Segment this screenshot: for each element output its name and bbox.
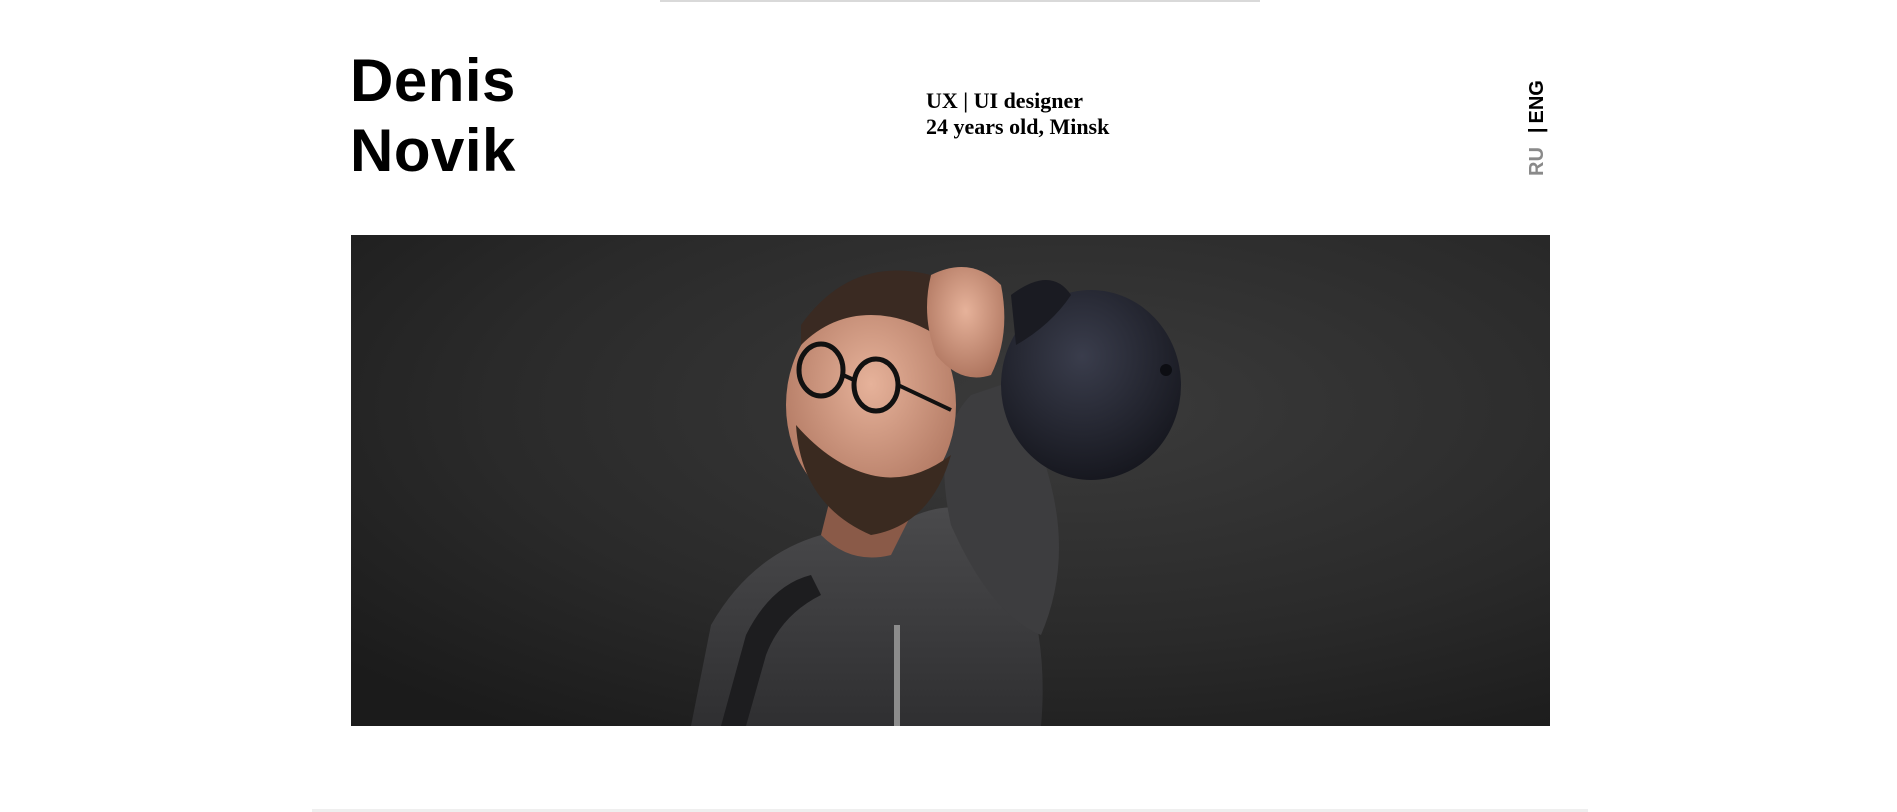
lang-separator: |: [1526, 127, 1548, 134]
language-switcher: RU | ENG: [1524, 68, 1550, 176]
lang-eng-link[interactable]: ENG: [1526, 80, 1548, 123]
first-name: Denis: [350, 47, 516, 114]
hero-photo: [351, 235, 1550, 726]
page-title: Denis Novik: [350, 46, 516, 186]
age-location: 24 years old, Minsk: [926, 114, 1110, 139]
last-name: Novik: [350, 117, 516, 184]
job-title: UX | UI designer: [926, 88, 1084, 113]
portrait-illustration: [351, 235, 1550, 726]
lang-ru-link[interactable]: RU: [1526, 147, 1548, 176]
profile-info: UX | UI designer 24 years old, Minsk: [926, 88, 1109, 140]
top-divider: [660, 0, 1260, 2]
